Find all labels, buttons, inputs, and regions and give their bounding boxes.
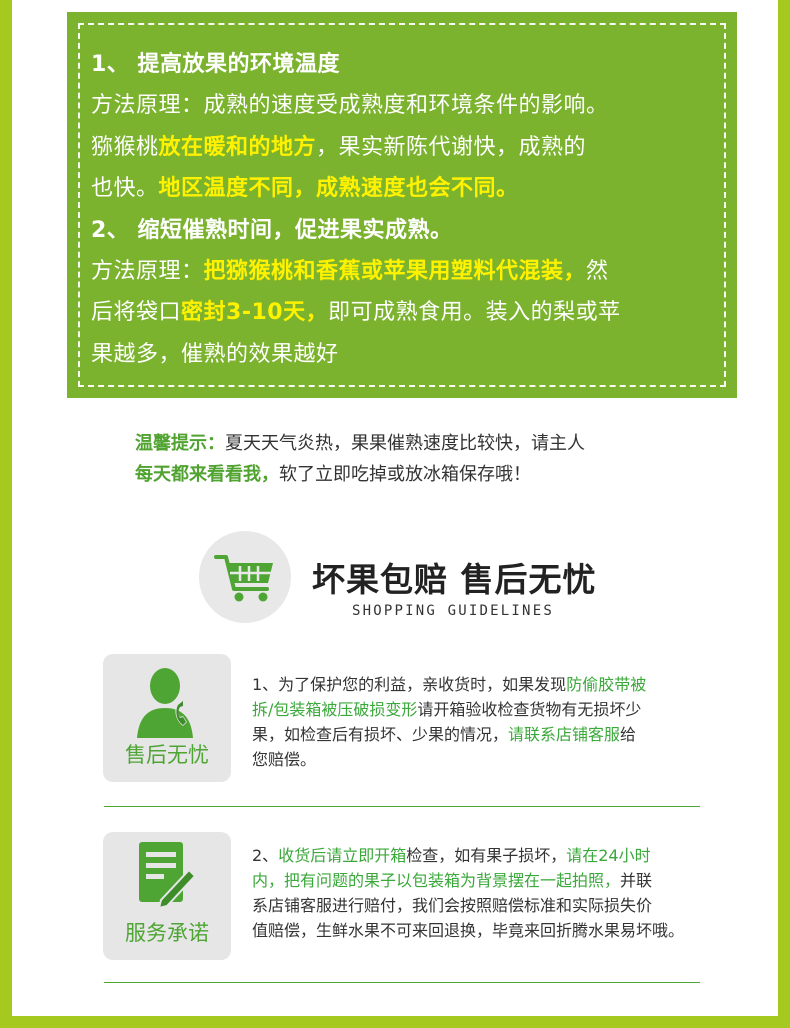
service-text: 果，如检查后有损坏、少果的情况， — [252, 725, 509, 744]
warm-tip: 温馨提示：夏天天气炎热，果果催熟速度比较快，请主人 每天都来看看我，软了立即吃掉… — [135, 430, 585, 492]
guidelines-subtitle: SHOPPING GUIDELINES — [352, 603, 554, 619]
service-text: 并联 — [620, 871, 653, 890]
ripening-methods-box: 1、 提高放果的环境温度 方法原理：成熟的速度受成熟度和环境条件的影响。 猕猴桃放在… — [67, 12, 737, 398]
service-highlight: 内，把有问题的果子以包装箱为背景摆在一起拍照， — [252, 871, 621, 890]
service-text: 您赔偿。 — [252, 750, 317, 769]
service-highlight: 请联系店铺客服 — [508, 725, 621, 744]
divider-1 — [104, 806, 700, 807]
after-sales-label: 售后无忧 — [125, 743, 209, 767]
method-line: 猕猴桃放在暖和的地方，果实新陈代谢快，成熟的 — [91, 127, 721, 168]
document-pen-icon — [139, 842, 197, 910]
method-text: 2、 缩短催熟时间，促进果实成熟。 — [91, 217, 453, 243]
service-line: 果，如检查后有损坏、少果的情况，请联系店铺客服给 — [252, 722, 646, 747]
service-line: 拆/包装箱被压破损变形请开箱验收检查货物有无损坏少 — [252, 697, 646, 722]
method-line: 方法原理：把猕猴桃和香蕉或苹果用塑料代混装，然 — [91, 251, 721, 292]
method-text: 即可成熟食用。装入的梨或苹 — [328, 300, 621, 326]
method-text: 猕猴桃 — [91, 134, 159, 160]
method-text: 也快。 — [91, 176, 159, 202]
method-line: 果越多，催熟的效果越好 — [91, 334, 721, 375]
service-line: 2、收货后请立即开箱检查，如有果子损坏，请在24小时 — [252, 843, 684, 868]
method-text: 果越多，催熟的效果越好 — [91, 341, 339, 367]
service-line: 您赔偿。 — [252, 747, 646, 772]
method-text: 后将袋口 — [91, 300, 182, 326]
service-promise-label: 服务承诺 — [125, 921, 209, 945]
after-sales-card: 售后无忧 — [103, 654, 231, 782]
tip-text-1: 夏天天气炎热，果果催熟速度比较快，请主人 — [225, 433, 585, 454]
service-text: 1、为了保护您的利益，亲收货时，如果发现 — [252, 675, 567, 694]
tip-text-2: 软了立即吃掉或放冰箱保存哦！ — [279, 464, 531, 485]
service-highlight: 拆/包装箱被压破损变形 — [252, 700, 418, 719]
method-heading: 1、 提高放果的环境温度 — [91, 44, 721, 85]
service-promise-card: 服务承诺 — [103, 832, 231, 960]
service-text: 检查，如有果子损坏， — [406, 846, 567, 865]
service-line: 1、为了保护您的利益，亲收货时，如果发现防偷胶带被 — [252, 672, 646, 697]
method-line: 也快。地区温度不同，成熟速度也会不同。 — [91, 168, 721, 209]
service-text: 系店铺客服进行赔付，我们会按照赔偿标准和实际损失价 — [252, 896, 653, 915]
highlight-text: 放在暖和的地方 — [158, 134, 317, 160]
method-text: 然 — [586, 258, 609, 284]
service-highlight: 收货后请立即开箱 — [278, 846, 407, 865]
method-text: ，果实新陈代谢快，成熟的 — [316, 134, 587, 160]
service-text: 给 — [620, 725, 637, 744]
method-text: 方法原理： — [91, 258, 204, 284]
service-text: 值赔偿，生鲜水果不可来回退换，毕竟来回折腾水果易坏哦。 — [252, 921, 685, 940]
method-text: 方法原理：成熟的速度受成熟度和环境条件的影响。 — [91, 93, 609, 119]
after-sales-text: 1、为了保护您的利益，亲收货时，如果发现防偷胶带被 拆/包装箱被压破损变形请开箱验… — [252, 672, 646, 772]
highlight-text: 密封3-10天， — [181, 300, 329, 326]
tip-label: 温馨提示： — [135, 433, 225, 454]
tip-row-2: 每天都来看看我，软了立即吃掉或放冰箱保存哦！ — [135, 461, 585, 492]
service-line: 系店铺客服进行赔付，我们会按照赔偿标准和实际损失价 — [252, 893, 684, 918]
tip-label-2: 每天都来看看我， — [135, 464, 279, 485]
customer-service-icon — [137, 668, 193, 738]
service-line: 内，把有问题的果子以包装箱为背景摆在一起拍照，并联 — [252, 868, 684, 893]
service-text: 请开箱验收检查货物有无损坏少 — [417, 700, 642, 719]
service-promise-text: 2、收货后请立即开箱检查，如有果子损坏，请在24小时 内，把有问题的果子以包装箱为… — [252, 843, 684, 943]
guidelines-title: 坏果包赔 售后无忧 — [312, 560, 597, 599]
divider-2 — [104, 982, 700, 983]
page-frame: 1、 提高放果的环境温度 方法原理：成熟的速度受成熟度和环境条件的影响。 猕猴桃放在… — [12, 0, 778, 1016]
method-heading: 2、 缩短催熟时间，促进果实成熟。 — [91, 210, 721, 251]
tip-row-1: 温馨提示：夏天天气炎热，果果催熟速度比较快，请主人 — [135, 430, 585, 461]
service-line: 值赔偿，生鲜水果不可来回退换，毕竟来回折腾水果易坏哦。 — [252, 918, 684, 943]
service-highlight: 请在24小时 — [566, 846, 651, 865]
service-highlight: 防偷胶带被 — [566, 675, 647, 694]
highlight-text: 地区温度不同，成熟速度也会不同。 — [158, 176, 519, 202]
shopping-cart-badge — [199, 531, 291, 623]
method-lines: 1、 提高放果的环境温度 方法原理：成熟的速度受成熟度和环境条件的影响。 猕猴桃放在… — [91, 44, 721, 375]
method-line: 方法原理：成熟的速度受成熟度和环境条件的影响。 — [91, 85, 721, 126]
shopping-cart-icon — [214, 555, 273, 602]
highlight-text: 把猕猴桃和香蕉或苹果用塑料代混装， — [203, 258, 587, 284]
method-line: 后将袋口密封3-10天，即可成熟食用。装入的梨或苹 — [91, 292, 721, 333]
service-text: 2、 — [252, 846, 279, 865]
method-text: 1、 提高放果的环境温度 — [91, 52, 340, 77]
